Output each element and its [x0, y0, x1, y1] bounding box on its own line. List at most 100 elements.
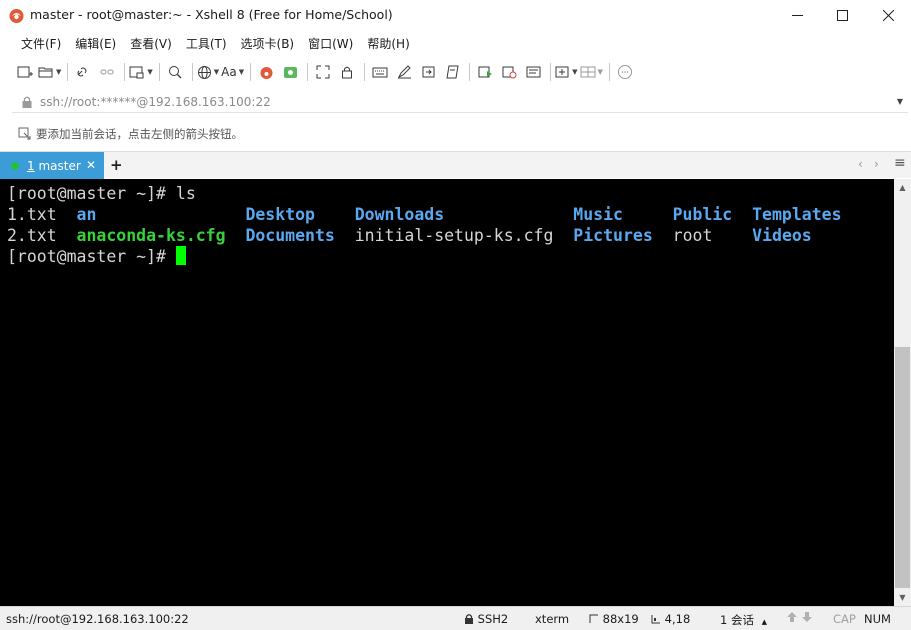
maximize-icon	[836, 10, 848, 21]
resize-icon	[589, 614, 598, 623]
new-session-icon	[17, 66, 33, 78]
link-icon	[77, 67, 87, 77]
hint-bar: 要添加当前会话，点击左侧的箭头按钮。	[12, 123, 908, 145]
address-bar[interactable]: ssh://root:******@192.168.163.100:22 ▼	[12, 91, 908, 113]
status-num: NUM	[864, 612, 891, 626]
menu-window[interactable]: 窗口(W)	[301, 33, 360, 55]
toolbar-divider	[158, 63, 160, 81]
session-manager-button[interactable]: ▼	[129, 60, 153, 84]
toolbar-divider	[307, 63, 309, 81]
new-tab-button[interactable]: ▼	[555, 60, 578, 84]
add-tab-button[interactable]: +	[110, 156, 123, 174]
run-button[interactable]	[474, 60, 496, 84]
ls-entry-dir: Desktop	[245, 205, 315, 224]
tab-scroll-right-icon[interactable]: ›	[874, 157, 879, 171]
transfer-button[interactable]	[417, 60, 439, 84]
add-session-arrow-icon[interactable]	[18, 127, 32, 141]
menu-bar: 文件(F) 编辑(E) 查看(V) 工具(T) 选项卡(B) 窗口(W) 帮助(…	[0, 31, 911, 57]
unlink-icon	[100, 69, 114, 75]
connected-status-icon	[11, 161, 19, 170]
menu-tools[interactable]: 工具(T)	[179, 33, 234, 55]
compose-icon	[526, 66, 541, 78]
status-caps: CAP	[833, 612, 856, 626]
chat-button[interactable]	[614, 60, 636, 84]
script-button[interactable]	[441, 60, 463, 84]
chevron-down-icon: ▼	[238, 68, 245, 76]
open-session-button[interactable]: ▼	[38, 60, 61, 84]
fullscreen-button[interactable]	[312, 60, 334, 84]
scrollbar-thumb[interactable]	[895, 347, 910, 588]
status-sessions[interactable]: 1 会话 ▲	[720, 612, 767, 628]
tab-master[interactable]: 1 master ✕	[0, 152, 104, 179]
ls-entry-dir: Templates	[752, 205, 842, 224]
prompt: [root@master ~]#	[7, 184, 176, 203]
ls-entry-dir: Public	[672, 205, 733, 224]
tab-list-menu-icon[interactable]: ≡	[894, 155, 906, 171]
lock-icon	[22, 96, 32, 108]
status-connection: ssh://root@192.168.163.100:22	[6, 612, 189, 626]
xftp-button[interactable]	[279, 60, 301, 84]
xshell-button[interactable]	[255, 60, 277, 84]
send-icon	[422, 66, 435, 78]
terminal-scrollbar[interactable]: ▲ ▼	[894, 179, 911, 606]
toolbar: ▼ ▼ ▼ Aa ▼ ▼ ▼	[0, 57, 911, 87]
reconnect-button[interactable]	[72, 60, 94, 84]
chevron-up-icon: ▲	[761, 618, 768, 626]
search-icon	[168, 66, 182, 79]
maximize-button[interactable]	[819, 0, 865, 31]
chevron-down-icon[interactable]: ▼	[892, 97, 908, 106]
ls-entry-dir: Videos	[752, 226, 812, 245]
new-session-button[interactable]	[14, 60, 36, 84]
address-input[interactable]: ssh://root:******@192.168.163.100:22	[40, 95, 892, 109]
xshell-logo-icon	[9, 9, 24, 23]
minimize-button[interactable]	[774, 0, 820, 31]
chevron-down-icon: ▼	[56, 68, 62, 76]
terminal-line-1: [root@master ~]# ls	[7, 183, 196, 204]
prompt: [root@master ~]#	[7, 247, 176, 266]
find-button[interactable]	[164, 60, 186, 84]
log-button[interactable]	[498, 60, 520, 84]
ls-entry-green: anaconda-ks.cfg	[76, 226, 226, 245]
status-scroll-arrows[interactable]	[786, 610, 814, 627]
font-label: Aa	[221, 65, 237, 79]
toolbar-divider	[124, 63, 126, 81]
lock-button[interactable]	[336, 60, 358, 84]
terminal-area[interactable]: [root@master ~]# ls 1.txt an Desktop Dow…	[0, 179, 894, 606]
font-button[interactable]: Aa ▼	[221, 60, 244, 84]
log-icon	[502, 66, 517, 79]
highlight-button[interactable]	[393, 60, 415, 84]
sessions-label: 1 会话	[720, 613, 754, 627]
menu-help[interactable]: 帮助(H)	[360, 33, 416, 55]
xshell-icon	[260, 66, 273, 79]
window-title: master - root@master:~ - Xshell 8 (Free …	[30, 7, 393, 22]
close-button[interactable]	[865, 0, 911, 31]
play-icon	[478, 66, 492, 78]
lock-icon	[342, 66, 353, 79]
keyboard-icon	[372, 67, 388, 78]
status-protocol: SSH2	[464, 612, 508, 626]
menu-edit[interactable]: 编辑(E)	[68, 33, 123, 55]
toolbar-divider	[250, 63, 252, 81]
menu-file[interactable]: 文件(F)	[14, 33, 68, 55]
encoding-button[interactable]: ▼	[197, 60, 219, 84]
ls-entry-dir: an	[76, 205, 97, 224]
layout-button[interactable]: ▼	[580, 60, 603, 84]
status-terminal-type: xterm	[535, 612, 570, 626]
ls-entry-plain: 1.txt	[7, 205, 57, 224]
folder-open-icon	[38, 67, 53, 78]
tab-close-icon[interactable]: ✕	[86, 158, 96, 172]
disconnect-button[interactable]	[96, 60, 118, 84]
scroll-up-icon[interactable]: ▲	[894, 179, 911, 196]
scroll-down-icon[interactable]: ▼	[894, 589, 911, 606]
chevron-down-icon: ▼	[213, 68, 220, 76]
menu-tab[interactable]: 选项卡(B)	[234, 33, 302, 55]
chevron-down-icon: ▼	[147, 68, 153, 76]
keyboard-button[interactable]	[369, 60, 391, 84]
window-icon	[129, 66, 144, 79]
terminal-cursor	[175, 246, 186, 265]
compose-button[interactable]	[522, 60, 544, 84]
ls-entry-plain: initial-setup-ks.cfg	[354, 226, 554, 245]
globe-icon	[197, 65, 211, 79]
menu-view[interactable]: 查看(V)	[123, 33, 179, 55]
tab-scroll-left-icon[interactable]: ‹	[858, 157, 863, 171]
